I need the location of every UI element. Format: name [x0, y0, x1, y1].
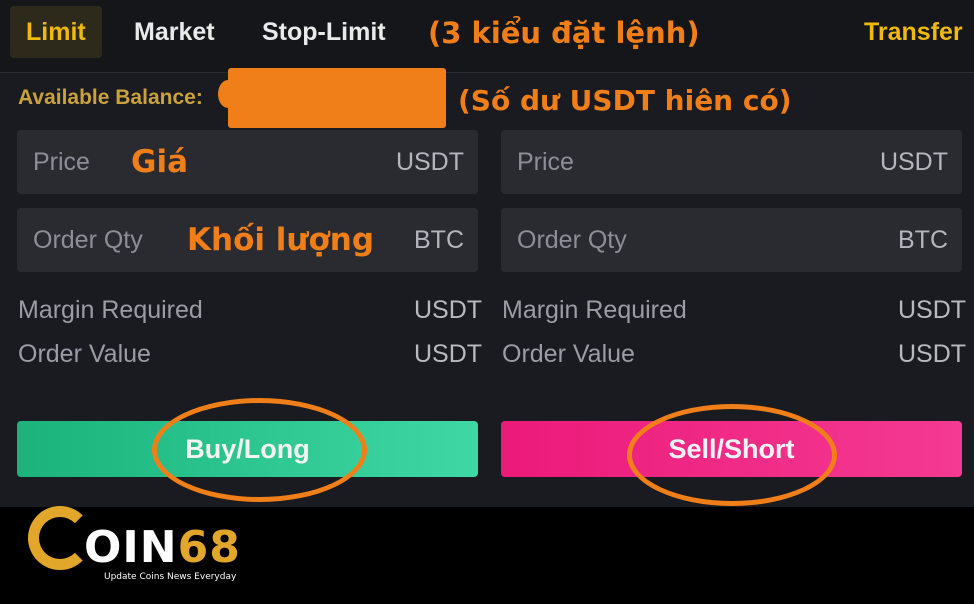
redaction-mark — [228, 68, 446, 128]
buy-price-input[interactable]: Price Giá USDT — [17, 130, 478, 194]
buy-qty-input[interactable]: Order Qty Khối lượng BTC — [17, 208, 478, 272]
available-balance-label: Available Balance: — [18, 86, 203, 109]
sell-short-button[interactable]: Sell/Short — [501, 421, 962, 477]
coin68-logo: OIN68 Update Coins News Everyday — [22, 492, 240, 602]
sell-margin-unit: USDT — [898, 296, 967, 324]
buy-price-placeholder: Price — [33, 148, 90, 176]
sell-margin-label: Margin Required — [502, 296, 687, 324]
buy-order-value-label: Order Value — [18, 340, 151, 368]
buy-margin-unit: USDT — [414, 296, 483, 324]
sell-price-unit: USDT — [879, 148, 948, 176]
logo-wordmark: OIN68 — [84, 522, 241, 573]
sell-order-value-unit: USDT — [898, 340, 967, 368]
price-annotation: Giá — [131, 144, 188, 180]
balance-annotation: (Số dư USDT hiên có) — [458, 84, 792, 117]
tab-limit[interactable]: Limit — [10, 6, 102, 58]
sell-order-value-label: Order Value — [502, 340, 635, 368]
tab-stop-limit[interactable]: Stop-Limit — [262, 6, 386, 58]
sell-qty-input[interactable]: Order Qty BTC — [501, 208, 962, 272]
logo-wordmark-part2: 68 — [177, 522, 241, 573]
buy-long-button[interactable]: Buy/Long — [17, 421, 478, 477]
sell-price-input[interactable]: Price USDT — [501, 130, 962, 194]
sell-price-placeholder: Price — [517, 148, 574, 176]
buy-qty-unit: BTC — [414, 226, 464, 254]
tab-market[interactable]: Market — [134, 6, 215, 58]
order-type-tabs: Limit Market Stop-Limit (3 kiểu đặt lệnh… — [0, 0, 974, 73]
buy-order-value-unit: USDT — [414, 340, 483, 368]
order-panel: Limit Market Stop-Limit (3 kiểu đặt lệnh… — [0, 0, 974, 507]
buy-margin-label: Margin Required — [18, 296, 203, 324]
buy-price-unit: USDT — [395, 148, 464, 176]
qty-annotation: Khối lượng — [187, 222, 375, 258]
sell-qty-placeholder: Order Qty — [517, 226, 627, 254]
sell-qty-unit: BTC — [898, 226, 948, 254]
order-types-annotation: (3 kiểu đặt lệnh) — [428, 16, 700, 50]
logo-tagline: Update Coins News Everyday — [104, 572, 237, 582]
transfer-link[interactable]: Transfer — [864, 6, 963, 58]
logo-wordmark-part1: OIN — [84, 522, 178, 573]
buy-qty-placeholder: Order Qty — [33, 226, 143, 254]
logo-c-mark — [28, 506, 92, 570]
